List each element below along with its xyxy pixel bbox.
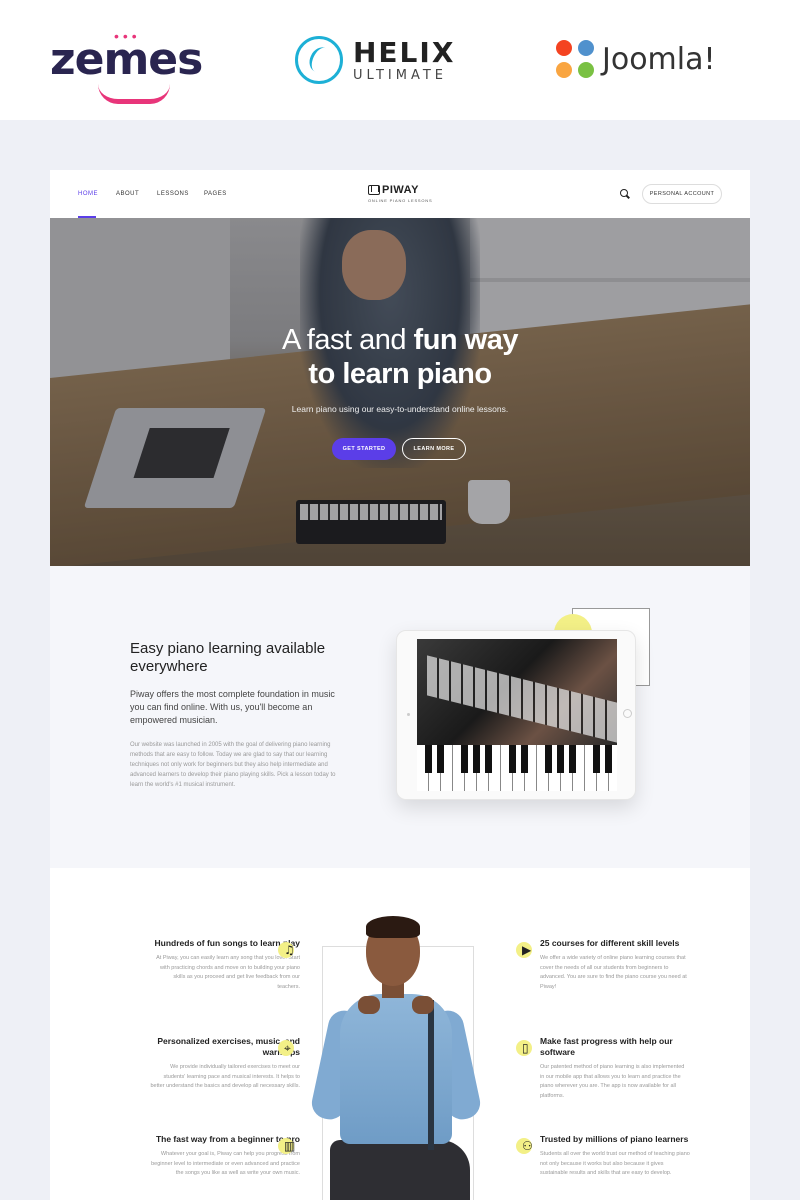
music-note-glyph: ♫ <box>284 943 295 957</box>
features-section: Hundreds of fun songs to learn play At P… <box>50 868 750 1200</box>
brand-bar: ••• zemes HELIX ULTIMATE Joomla! <box>0 0 800 120</box>
helix-wordmark: HELIX <box>353 36 456 69</box>
target-glyph: ⌖ <box>284 1041 291 1055</box>
feature-title: Make fast progress with help our softwar… <box>540 1036 673 1057</box>
zemes-smile <box>98 84 170 104</box>
tablet-icon: ▯ <box>516 1040 538 1058</box>
feature-title: Trusted by millions of piano learners <box>540 1134 689 1144</box>
nav-item-home[interactable]: HOME <box>78 191 98 197</box>
helix-icon <box>295 36 343 84</box>
piano-black-key <box>425 745 432 773</box>
hero-section: A fast and fun way to learn piano Learn … <box>50 218 750 566</box>
about-body: Our website was launched in 2005 with th… <box>130 742 336 788</box>
piano-black-key <box>569 745 576 773</box>
piano-black-key <box>605 745 612 773</box>
tablet-camera <box>407 713 410 716</box>
tablet-home-button <box>623 709 632 718</box>
piano-black-key <box>485 745 492 773</box>
feature-courses: 25 courses for different skill levels We… <box>540 938 690 992</box>
users-icon: ⚇ <box>516 1138 538 1156</box>
piano-black-key <box>461 745 468 773</box>
main-nav: HOME ABOUT LESSONS PAGES PIWAY ONLINE PI… <box>50 170 750 218</box>
piano-black-key <box>545 745 552 773</box>
helix-subtitle: ULTIMATE <box>353 68 447 83</box>
feature-title: 25 courses for different skill levels <box>540 938 680 948</box>
piano-keys-graphic <box>417 745 617 791</box>
video-icon: ▶ <box>516 942 538 960</box>
piano-logo-icon <box>368 185 380 195</box>
hero-title-light: A fast and <box>281 324 414 356</box>
joomla-logo[interactable]: Joomla! <box>556 38 756 84</box>
piano-black-key <box>473 745 480 773</box>
piano-black-key <box>509 745 516 773</box>
feature-trusted: Trusted by millions of piano learners St… <box>540 1134 690 1179</box>
piano-black-key <box>437 745 444 773</box>
joomla-wordmark: Joomla! <box>602 42 716 77</box>
tablet-screen <box>417 639 617 791</box>
target-icon: ⌖ <box>278 1040 300 1058</box>
person-hair <box>366 916 420 938</box>
personal-account-button[interactable]: PERSONAL ACCOUNT <box>642 184 722 204</box>
page-preview: HOME ABOUT LESSONS PAGES PIWAY ONLINE PI… <box>50 170 750 1200</box>
helix-logo[interactable]: HELIX ULTIMATE <box>295 34 465 90</box>
feature-text: Our patented method of piano learning is… <box>540 1064 685 1099</box>
hero-title-line1: A fast and fun way <box>50 324 750 357</box>
zemes-logo[interactable]: ••• zemes <box>50 28 203 104</box>
hero-subtitle: Learn piano using our easy-to-understand… <box>291 404 509 414</box>
video-glyph: ▶ <box>522 943 532 957</box>
zemes-wordmark: zemes <box>50 34 203 85</box>
about-section: Easy piano learning available everywhere… <box>50 566 750 868</box>
person-strap <box>428 1000 434 1150</box>
map-glyph: ▥ <box>284 1139 296 1153</box>
about-lead: Piway offers the most complete foundatio… <box>130 689 335 725</box>
piano-black-key <box>557 745 564 773</box>
tablet-glyph: ▯ <box>522 1041 529 1055</box>
person-hand-right <box>412 996 434 1014</box>
nav-item-pages[interactable]: PAGES <box>204 191 227 197</box>
map-icon: ▥ <box>278 1138 300 1156</box>
piano-black-key <box>593 745 600 773</box>
piway-logo[interactable]: PIWAY ONLINE PIANO LESSONS <box>368 184 434 206</box>
hero-title-bold: fun way <box>413 324 519 356</box>
nav-item-about[interactable]: ABOUT <box>116 191 139 197</box>
learn-more-button[interactable]: LEARN MORE <box>402 438 466 460</box>
feature-text: Students all over the world trust our me… <box>540 1151 690 1176</box>
tablet-image <box>396 630 636 800</box>
logo-tagline: ONLINE PIANO LESSONS <box>368 198 433 203</box>
piano-hands-photo <box>417 639 617 745</box>
get-started-button[interactable]: GET STARTED <box>332 438 396 460</box>
smiling-man-photo <box>308 916 500 1200</box>
music-note-icon: ♫ <box>278 942 300 960</box>
person-torso <box>340 994 452 1144</box>
person-legs <box>330 1140 470 1200</box>
piano-black-key <box>521 745 528 773</box>
search-icon[interactable] <box>620 189 629 198</box>
logo-name: PIWAY <box>382 184 419 196</box>
about-title: Easy piano learning available everywhere <box>130 640 326 675</box>
feature-text: We provide individually tailored exercis… <box>150 1064 300 1089</box>
joomla-icon <box>556 40 596 80</box>
users-glyph: ⚇ <box>522 1139 533 1153</box>
person-hand-left <box>358 996 380 1014</box>
nav-item-lessons[interactable]: LESSONS <box>157 191 189 197</box>
feature-text: We offer a wide variety of online piano … <box>540 955 687 990</box>
hero-title-line2: to learn piano <box>308 358 492 390</box>
hero-overlay <box>50 218 750 566</box>
feature-software: Make fast progress with help our softwar… <box>540 1036 690 1101</box>
